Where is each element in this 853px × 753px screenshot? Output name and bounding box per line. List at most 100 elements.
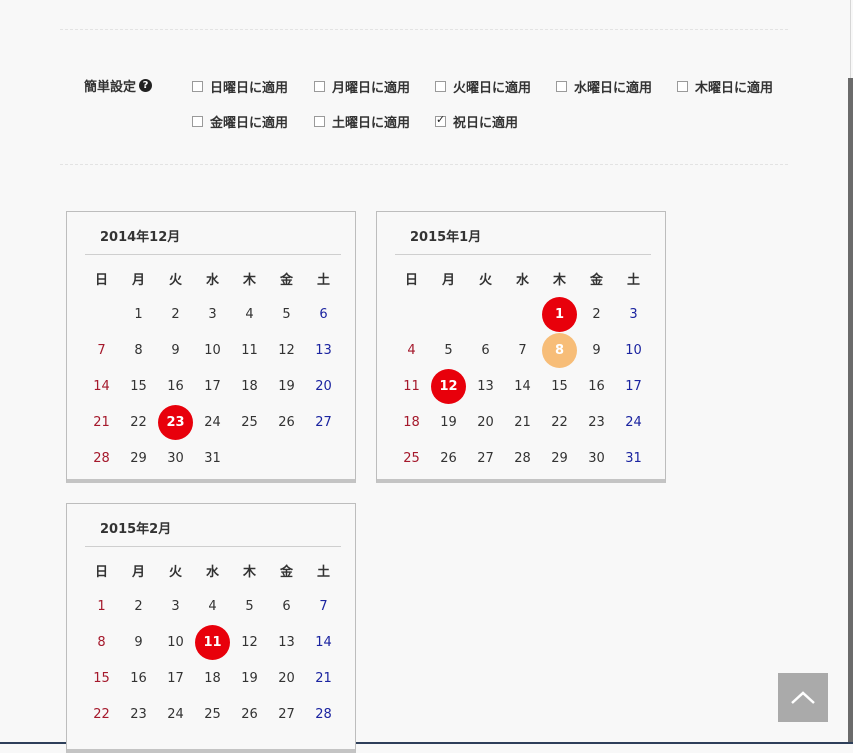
calendar-day[interactable]: 23 (157, 404, 194, 440)
calendar-day[interactable]: 14 (83, 368, 120, 404)
calendar-day[interactable]: 21 (83, 404, 120, 440)
calendar-day[interactable]: 24 (157, 696, 194, 732)
calendar-day[interactable]: 21 (305, 660, 342, 696)
calendar-day[interactable]: 2 (120, 588, 157, 624)
calendar-day[interactable]: 9 (120, 624, 157, 660)
calendar-day[interactable]: 26 (430, 440, 467, 476)
apply-tuesday-option[interactable]: 火曜日に適用 (435, 77, 531, 96)
calendar-day[interactable]: 22 (120, 404, 157, 440)
help-icon[interactable]: ? (139, 79, 153, 92)
apply-monday-checkbox[interactable] (314, 81, 325, 92)
calendar-day[interactable]: 7 (83, 332, 120, 368)
apply-wednesday-checkbox[interactable] (556, 81, 567, 92)
calendar-day[interactable]: 15 (83, 660, 120, 696)
calendar-day[interactable]: 1 (541, 296, 578, 332)
calendar-day[interactable]: 8 (83, 624, 120, 660)
calendar-day[interactable]: 13 (268, 624, 305, 660)
calendar-day[interactable]: 13 (305, 332, 342, 368)
calendar-day[interactable]: 24 (194, 404, 231, 440)
calendar-day[interactable]: 10 (615, 332, 652, 368)
apply-wednesday-option[interactable]: 水曜日に適用 (556, 77, 652, 96)
calendar-day[interactable]: 20 (467, 404, 504, 440)
calendar-day[interactable]: 12 (430, 368, 467, 404)
apply-monday-option[interactable]: 月曜日に適用 (314, 77, 410, 96)
calendar-day[interactable]: 3 (194, 296, 231, 332)
calendar-day[interactable]: 17 (194, 368, 231, 404)
calendar-day[interactable]: 25 (393, 440, 430, 476)
calendar-day[interactable]: 16 (157, 368, 194, 404)
calendar-day[interactable]: 20 (268, 660, 305, 696)
calendar-day[interactable]: 11 (393, 368, 430, 404)
calendar-day[interactable]: 11 (194, 624, 231, 660)
calendar-day[interactable]: 27 (268, 696, 305, 732)
calendar-day[interactable]: 25 (194, 696, 231, 732)
calendar-day[interactable]: 15 (120, 368, 157, 404)
calendar-day[interactable]: 7 (305, 588, 342, 624)
calendar-day[interactable]: 21 (504, 404, 541, 440)
apply-holiday-checkbox[interactable] (435, 113, 446, 127)
calendar-day[interactable]: 7 (504, 332, 541, 368)
apply-holiday-option[interactable]: 祝日に適用 (435, 112, 518, 131)
calendar-day[interactable]: 30 (578, 440, 615, 476)
calendar-day[interactable]: 8 (120, 332, 157, 368)
calendar-day[interactable]: 30 (157, 440, 194, 476)
apply-friday-option[interactable]: 金曜日に適用 (192, 112, 288, 131)
calendar-day[interactable]: 15 (541, 368, 578, 404)
calendar-day[interactable]: 2 (578, 296, 615, 332)
calendar-day[interactable]: 11 (231, 332, 268, 368)
apply-sunday-option[interactable]: 日曜日に適用 (192, 77, 288, 96)
calendar-day[interactable]: 1 (120, 296, 157, 332)
apply-saturday-option[interactable]: 土曜日に適用 (314, 112, 410, 131)
calendar-day[interactable]: 3 (615, 296, 652, 332)
calendar-day[interactable]: 19 (430, 404, 467, 440)
apply-sunday-checkbox[interactable] (192, 81, 203, 92)
calendar-day[interactable]: 16 (120, 660, 157, 696)
calendar-day[interactable]: 4 (194, 588, 231, 624)
calendar-day[interactable]: 29 (541, 440, 578, 476)
calendar-day[interactable]: 6 (467, 332, 504, 368)
calendar-day[interactable]: 27 (467, 440, 504, 476)
calendar-day[interactable]: 6 (268, 588, 305, 624)
calendar-day[interactable]: 25 (231, 404, 268, 440)
calendar-day[interactable]: 17 (157, 660, 194, 696)
scrollbar-thumb[interactable] (848, 78, 853, 744)
calendar-day[interactable]: 4 (231, 296, 268, 332)
calendar-day[interactable]: 2 (157, 296, 194, 332)
calendar-day[interactable]: 17 (615, 368, 652, 404)
calendar-day[interactable]: 10 (157, 624, 194, 660)
calendar-day[interactable]: 16 (578, 368, 615, 404)
calendar-day[interactable]: 3 (157, 588, 194, 624)
calendar-day[interactable]: 1 (83, 588, 120, 624)
calendar-day[interactable]: 5 (268, 296, 305, 332)
calendar-day[interactable]: 18 (231, 368, 268, 404)
calendar-day[interactable]: 13 (467, 368, 504, 404)
calendar-day[interactable]: 10 (194, 332, 231, 368)
calendar-day[interactable]: 4 (393, 332, 430, 368)
calendar-day[interactable]: 18 (194, 660, 231, 696)
calendar-day[interactable]: 23 (120, 696, 157, 732)
calendar-day[interactable]: 31 (615, 440, 652, 476)
calendar-day[interactable]: 24 (615, 404, 652, 440)
calendar-day[interactable]: 27 (305, 404, 342, 440)
apply-thursday-option[interactable]: 木曜日に適用 (677, 77, 773, 96)
calendar-day[interactable]: 14 (305, 624, 342, 660)
calendar-day[interactable]: 14 (504, 368, 541, 404)
apply-saturday-checkbox[interactable] (314, 116, 325, 127)
calendar-day[interactable]: 12 (231, 624, 268, 660)
calendar-day[interactable]: 28 (83, 440, 120, 476)
calendar-day[interactable]: 26 (268, 404, 305, 440)
apply-thursday-checkbox[interactable] (677, 81, 688, 92)
apply-tuesday-checkbox[interactable] (435, 81, 446, 92)
calendar-day[interactable]: 9 (157, 332, 194, 368)
calendar-day[interactable]: 5 (231, 588, 268, 624)
calendar-day[interactable]: 9 (578, 332, 615, 368)
calendar-day[interactable]: 18 (393, 404, 430, 440)
calendar-day[interactable]: 19 (268, 368, 305, 404)
back-to-top-button[interactable] (778, 673, 828, 722)
calendar-day[interactable]: 23 (578, 404, 615, 440)
calendar-day[interactable]: 22 (541, 404, 578, 440)
calendar-day[interactable]: 31 (194, 440, 231, 476)
calendar-day[interactable]: 5 (430, 332, 467, 368)
calendar-day[interactable]: 6 (305, 296, 342, 332)
calendar-day[interactable]: 22 (83, 696, 120, 732)
